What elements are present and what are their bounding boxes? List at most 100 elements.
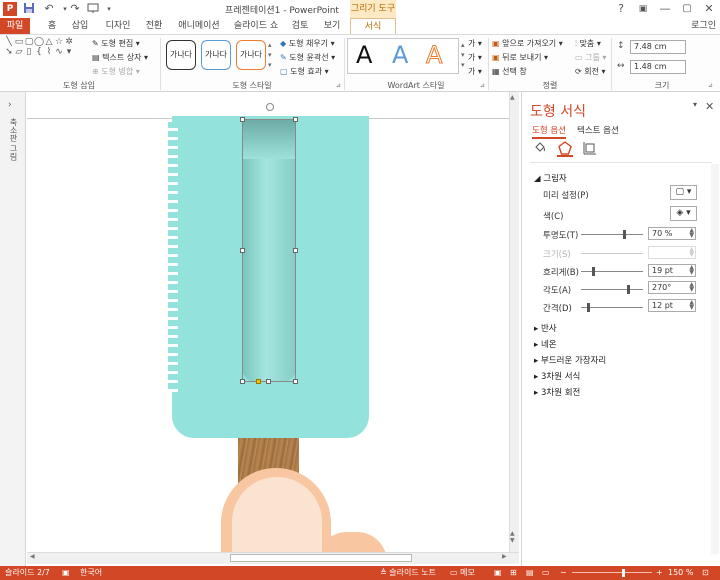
freeform-shape-icon[interactable]: ⌇	[44, 47, 54, 57]
slide-sorter-icon[interactable]: ⊞	[510, 566, 517, 580]
distance-input[interactable]: 12 pt ▲ ▼	[648, 299, 696, 312]
vertical-scrollbar[interactable]	[509, 92, 519, 552]
pane-options-icon[interactable]: ▾	[693, 100, 697, 109]
zoom-level[interactable]: 150 %	[668, 566, 693, 580]
wordart-more-icon[interactable]: ▴ ▾ ▾	[461, 40, 465, 70]
resize-handle-tr[interactable]	[293, 117, 298, 122]
close-window-button[interactable]: ✕	[698, 0, 720, 18]
more-shapes-icon[interactable]: ▾	[64, 47, 74, 57]
merge-shapes-button[interactable]: ⊕ 도형 병합 ▾	[92, 66, 140, 77]
shape-style-preset-2[interactable]: 가나다	[201, 40, 231, 70]
line-shape-icon[interactable]: ╲	[4, 37, 14, 47]
rectangle-shape-icon[interactable]: ▭	[14, 37, 24, 47]
distance-slider-thumb[interactable]	[587, 303, 591, 312]
resize-handle-bm[interactable]	[266, 379, 271, 384]
section-soft-edges[interactable]: ▸ 부드러운 가장자리	[534, 354, 606, 366]
spinner-icon[interactable]: ▲ ▼	[689, 300, 694, 311]
section-3d-rotation[interactable]: ▸ 3차원 회전	[534, 386, 580, 398]
prev-slide-icon[interactable]: ▲ ▼	[510, 530, 515, 544]
slideshow-view-icon[interactable]: ▭	[542, 566, 550, 580]
callout-shape-icon[interactable]: ▱	[14, 47, 24, 57]
tab-format[interactable]: 서식	[350, 18, 396, 34]
section-reflection[interactable]: ▸ 반사	[534, 322, 557, 334]
fill-line-icon[interactable]	[532, 141, 548, 157]
tab-design[interactable]: 디자인	[100, 18, 136, 34]
oval-shape-icon[interactable]: ◯	[34, 37, 44, 47]
tab-text-options[interactable]: 텍스트 옵션	[577, 124, 619, 136]
ribbon-display-options-button[interactable]: ▣	[632, 0, 654, 18]
resize-handle-mr[interactable]	[293, 248, 298, 253]
tab-insert[interactable]: 삽입	[66, 18, 94, 34]
shape-width-input[interactable]: 1.48 cm	[630, 60, 686, 74]
rounded-rect-shape-icon[interactable]: ▢	[24, 37, 34, 47]
resize-handle-bl[interactable]	[240, 379, 245, 384]
send-backward-button[interactable]: ▣ 뒤로 보내기 ▾	[492, 52, 548, 63]
shape-style-preset-1[interactable]: 가나다	[166, 40, 196, 70]
wordart-style-black[interactable]: A	[356, 40, 372, 70]
close-pane-button[interactable]: ✕	[705, 100, 714, 113]
tab-file[interactable]: 파일	[0, 18, 30, 34]
size-input[interactable]: ▲ ▼	[648, 246, 696, 259]
wordart-style-orange-outline[interactable]: A	[425, 40, 442, 70]
zoom-slider-thumb[interactable]	[621, 569, 625, 577]
size-properties-icon[interactable]	[582, 141, 598, 157]
sign-in-link[interactable]: 로그인	[691, 18, 716, 34]
group-button[interactable]: ▭ 그룹 ▾	[575, 52, 606, 63]
selection-frame[interactable]	[242, 119, 296, 382]
angle-input[interactable]: 270° ▲ ▼	[648, 281, 696, 294]
arrow-shape-icon[interactable]: ➘	[4, 47, 14, 57]
zoom-slider[interactable]	[572, 572, 652, 573]
shapes-gallery[interactable]: ╲ ▭▢◯△ ☆ ✲ ➘ ▱ ▯{⌇ ∿ ▾	[4, 37, 84, 57]
slide-canvas[interactable]	[27, 92, 519, 552]
angle-slider[interactable]	[581, 289, 643, 290]
tab-slideshow[interactable]: 슬라이드 쇼	[230, 18, 282, 34]
gear-shape-icon[interactable]: ✲	[64, 37, 74, 47]
resize-handle-ml[interactable]	[240, 248, 245, 253]
tab-review[interactable]: 검토	[286, 18, 314, 34]
bring-forward-button[interactable]: ▣ 앞으로 가져오기 ▾	[492, 38, 563, 49]
spinner-icon[interactable]: ▲ ▼	[689, 228, 694, 239]
angle-slider-thumb[interactable]	[626, 285, 630, 294]
rotate-button[interactable]: ⟳ 회전 ▾	[575, 66, 606, 77]
undo-icon[interactable]: ↶	[42, 2, 56, 16]
section-3d-format[interactable]: ▸ 3차원 서식	[534, 370, 580, 382]
preset-dropdown[interactable]: ▢ ▾	[670, 185, 697, 200]
dialog-launcher-icon[interactable]: ⊿	[336, 82, 341, 89]
scroll-left-icon[interactable]: ◀	[30, 553, 35, 560]
text-box-button[interactable]: ▤ 텍스트 상자 ▾	[92, 52, 148, 63]
adjust-handle[interactable]	[256, 379, 261, 384]
expand-thumbnails-icon[interactable]: ›	[8, 100, 12, 110]
box-shape-icon[interactable]: ▯	[24, 47, 34, 57]
tab-home[interactable]: 홈	[40, 18, 64, 34]
wordart-style-blue[interactable]: A	[392, 40, 408, 70]
triangle-shape-icon[interactable]: △	[44, 37, 54, 47]
blur-slider-thumb[interactable]	[591, 267, 595, 276]
blur-input[interactable]: 19 pt ▲ ▼	[648, 264, 696, 277]
spinner-icon[interactable]: ▲ ▼	[689, 282, 694, 293]
tab-shape-options[interactable]: 도형 옵션	[532, 124, 566, 139]
spinner-icon[interactable]: ▲ ▼	[689, 265, 694, 276]
tab-animations[interactable]: 애니메이션	[174, 18, 224, 34]
resize-handle-br[interactable]	[293, 379, 298, 384]
customize-qat-icon[interactable]: ▾	[102, 2, 116, 16]
zoom-in-button[interactable]: +	[656, 566, 663, 580]
tab-transitions[interactable]: 전환	[140, 18, 168, 34]
scroll-up-icon[interactable]: ▲	[510, 94, 515, 101]
tab-view[interactable]: 보기	[318, 18, 346, 34]
normal-view-icon[interactable]: ▣	[494, 566, 502, 580]
size-slider[interactable]	[581, 253, 643, 254]
restore-button[interactable]: ▢	[676, 0, 698, 18]
start-from-beginning-icon[interactable]	[86, 2, 100, 16]
shape-fill-button[interactable]: ◆ 도형 채우기 ▾	[280, 38, 335, 49]
transparency-slider-thumb[interactable]	[623, 230, 627, 239]
scroll-right-icon[interactable]: ▶	[502, 553, 507, 560]
resize-handle-tl[interactable]	[240, 117, 245, 122]
shape-effects-button[interactable]: ▢ 도형 효과 ▾	[280, 66, 329, 77]
brace-shape-icon[interactable]: {	[34, 47, 44, 57]
comments-button[interactable]: ▭ 메모	[450, 566, 475, 580]
shape-styles-more-icon[interactable]: ▴ ▾ ▾	[268, 40, 272, 70]
align-button[interactable]: ⫶ 맞춤 ▾	[575, 38, 601, 49]
effects-pentagon-icon[interactable]	[557, 141, 573, 157]
reading-view-icon[interactable]: ▤	[526, 566, 534, 580]
fit-to-window-icon[interactable]: ⊡	[702, 566, 709, 580]
